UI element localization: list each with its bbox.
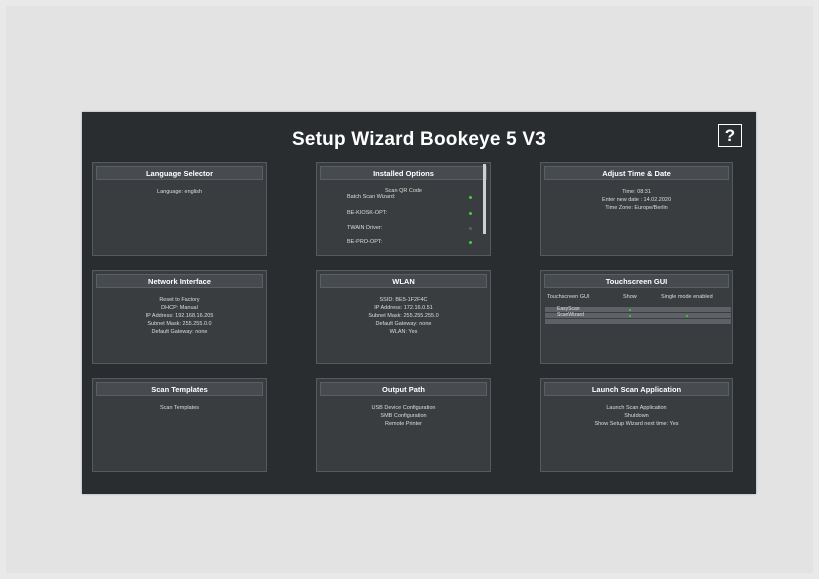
panel-header: Touchscreen GUI <box>544 274 729 288</box>
show-wizard-toggle[interactable]: Show Setup Wizard next time: Yes <box>541 420 732 428</box>
scan-templates-panel[interactable]: Scan Templates Scan Templates <box>92 378 267 472</box>
option-label: BE-PRO-OPT: <box>347 239 383 245</box>
panel-header: Network Interface <box>96 274 263 288</box>
status-on-icon <box>469 212 472 215</box>
installed-options-panel[interactable]: Installed Options Scan QR Code Batch Sca… <box>316 162 491 256</box>
panel-body: Time: 08:31 Enter new date : 14.02.2020 … <box>541 180 732 212</box>
panel-body: USB Device Configuration SMB Configurati… <box>317 396 490 428</box>
timezone-value: Time Zone: Europe/Berlin <box>605 205 668 211</box>
gui-table-header: Touchscreen GUI Show Single mode enabled <box>541 294 732 304</box>
option-row: TWAIN Driver: <box>317 223 490 235</box>
option-label: BE-KIOSK-OPT: <box>347 210 388 216</box>
gui-table: EasyScan ScanWizard <box>545 307 731 325</box>
smb-config-link[interactable]: SMB Configuration <box>317 412 490 420</box>
panel-header: Launch Scan Application <box>544 382 729 396</box>
launch-app-link[interactable]: Launch Scan Application <box>541 404 732 412</box>
col-single: Single mode enabled <box>661 294 713 300</box>
row-name: ScanWizard <box>557 312 584 318</box>
date-value: Enter new date : 14.02.2020 <box>601 197 672 203</box>
panel-header: Output Path <box>320 382 487 396</box>
touchscreen-gui-panel[interactable]: Touchscreen GUI Touchscreen GUI Show Sin… <box>540 270 733 364</box>
wlan-panel[interactable]: WLAN SSID: BE5-1F2F4C IP Address: 172.16… <box>316 270 491 364</box>
status-off-icon <box>469 227 472 230</box>
table-row[interactable] <box>545 319 731 325</box>
col-gui: Touchscreen GUI <box>547 294 590 300</box>
usb-config-link[interactable]: USB Device Configuration <box>317 404 490 412</box>
help-button[interactable]: ? <box>718 124 742 147</box>
panel-body: Scan Templates <box>93 396 266 412</box>
ip-address-value: IP Address: 172.16.0.51 <box>374 305 433 311</box>
show-check-icon <box>629 308 631 311</box>
panel-header: WLAN <box>320 274 487 288</box>
outer-frame: Setup Wizard Bookeye 5 V3 ? Language Sel… <box>6 6 813 573</box>
network-interface-panel[interactable]: Network Interface Reset to Factory DHCP:… <box>92 270 267 364</box>
remote-printer-link[interactable]: Remote Printer <box>317 420 490 428</box>
status-on-icon <box>469 241 472 244</box>
panel-header: Installed Options <box>320 166 487 180</box>
panel-header: Scan Templates <box>96 382 263 396</box>
panel-body: Reset to Factory DHCP: Manual IP Address… <box>93 288 266 336</box>
option-row: Batch Scan Wizard: <box>317 192 490 204</box>
option-label: TWAIN Driver: <box>347 225 383 231</box>
option-row: BE-KIOSK-OPT: <box>317 208 490 220</box>
panel-header: Adjust Time & Date <box>544 166 729 180</box>
col-show: Show <box>623 294 637 300</box>
ssid-value: SSID: BE5-1F2F4C <box>379 297 428 303</box>
language-selector-panel[interactable]: Language Selector Language: english <box>92 162 267 256</box>
shutdown-link[interactable]: Shutdown <box>541 412 732 420</box>
gateway-value: Default Gateway: none <box>375 321 432 327</box>
wlan-status-value: WLAN: Yes <box>389 329 418 335</box>
panel-body: SSID: BE5-1F2F4C IP Address: 172.16.0.51… <box>317 288 490 336</box>
reset-factory-link[interactable]: Reset to Factory <box>93 296 266 304</box>
ip-address-value: IP Address: 192.168.16.205 <box>145 313 214 319</box>
gateway-value: Default Gateway: none <box>151 329 208 335</box>
panel-body: Launch Scan Application Shutdown Show Se… <box>541 396 732 428</box>
page-title: Setup Wizard Bookeye 5 V3 <box>291 129 546 150</box>
scan-templates-link[interactable]: Scan Templates <box>93 404 266 412</box>
option-row: BE-PRO-OPT: <box>317 237 490 249</box>
output-path-panel[interactable]: Output Path USB Device Configuration SMB… <box>316 378 491 472</box>
panel-body: Language: english <box>93 180 266 196</box>
wizard-screen: Setup Wizard Bookeye 5 V3 ? Language Sel… <box>82 112 756 494</box>
time-value: Time: 08:31 <box>622 189 651 195</box>
panel-header: Language Selector <box>96 166 263 180</box>
adjust-time-date-panel[interactable]: Adjust Time & Date Time: 08:31 Enter new… <box>540 162 733 256</box>
subnet-mask-value: Subnet Mask: 255.255.0.0 <box>147 321 212 327</box>
status-on-icon <box>469 196 472 199</box>
show-check-icon <box>629 314 631 317</box>
subnet-mask-value: Subnet Mask: 255.255.255.0 <box>368 313 439 319</box>
single-check-icon <box>686 314 688 317</box>
dhcp-value: DHCP: Manual <box>161 305 198 311</box>
help-icon: ? <box>724 125 736 145</box>
language-value: Language: english <box>157 189 202 195</box>
option-label: Batch Scan Wizard: <box>347 194 396 200</box>
launch-scan-app-panel[interactable]: Launch Scan Application Launch Scan Appl… <box>540 378 733 472</box>
